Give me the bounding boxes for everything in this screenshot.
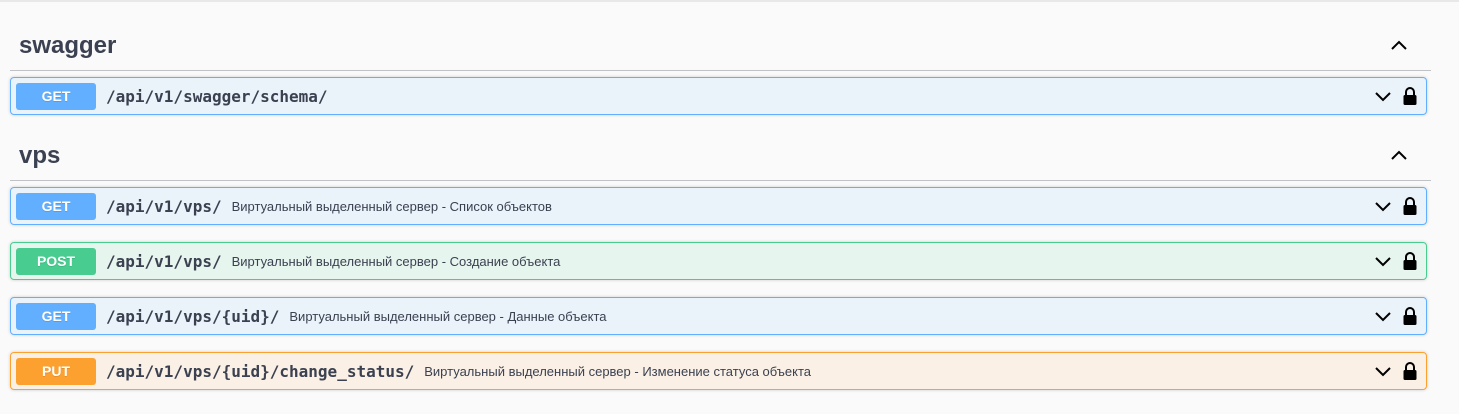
chevron-down-icon[interactable] <box>1373 306 1393 326</box>
lock-icon[interactable] <box>1402 86 1418 106</box>
operation-summary: Виртуальный выделенный сервер - Данные о… <box>289 308 607 324</box>
lock-icon[interactable] <box>1402 306 1418 326</box>
tag-section-swagger: swagger <box>10 22 1431 71</box>
operation-post-vps-create[interactable]: POST /api/v1/vps/ Виртуальный выделенный… <box>10 242 1427 280</box>
chevron-down-icon[interactable] <box>1373 361 1393 381</box>
operation-get-vps-list[interactable]: GET /api/v1/vps/ Виртуальный выделенный … <box>10 187 1427 225</box>
tag-section-vps: vps <box>10 132 1431 181</box>
tag-header-swagger[interactable]: swagger <box>10 22 1431 71</box>
method-badge: GET <box>16 192 96 220</box>
operation-path: /api/v1/swagger/schema/ <box>106 86 328 106</box>
tag-header-vps[interactable]: vps <box>10 132 1431 181</box>
method-badge: GET <box>16 82 96 110</box>
operation-summary: Виртуальный выделенный сервер - Создание… <box>231 253 561 269</box>
method-badge: GET <box>16 302 96 330</box>
chevron-down-icon[interactable] <box>1373 86 1393 106</box>
lock-icon[interactable] <box>1402 361 1418 381</box>
chevron-down-icon[interactable] <box>1373 196 1393 216</box>
chevron-down-icon[interactable] <box>1373 251 1393 271</box>
operation-path: /api/v1/vps/{uid}/change_status/ <box>106 361 415 381</box>
operation-path: /api/v1/vps/{uid}/ <box>106 306 280 326</box>
operation-get-vps-detail[interactable]: GET /api/v1/vps/{uid}/ Виртуальный выдел… <box>10 297 1427 335</box>
top-divider <box>0 0 1459 2</box>
tag-title: swagger <box>19 32 117 59</box>
operation-summary: Виртуальный выделенный сервер - Список о… <box>231 198 552 214</box>
chevron-up-icon[interactable] <box>1389 146 1409 166</box>
chevron-up-icon[interactable] <box>1389 36 1409 56</box>
operation-get-swagger-schema[interactable]: GET /api/v1/swagger/schema/ <box>10 77 1427 115</box>
operation-put-vps-change-status[interactable]: PUT /api/v1/vps/{uid}/change_status/ Вир… <box>10 352 1427 390</box>
lock-icon[interactable] <box>1402 196 1418 216</box>
operation-summary: Виртуальный выделенный сервер - Изменени… <box>424 363 812 379</box>
tag-title: vps <box>19 142 61 169</box>
operation-path: /api/v1/vps/ <box>106 196 222 216</box>
method-badge: POST <box>16 247 96 275</box>
method-badge: PUT <box>16 357 96 385</box>
swagger-page: swagger GET /api/v1/swagger/schema/ vps … <box>0 0 1459 414</box>
lock-icon[interactable] <box>1402 251 1418 271</box>
operation-path: /api/v1/vps/ <box>106 251 222 271</box>
